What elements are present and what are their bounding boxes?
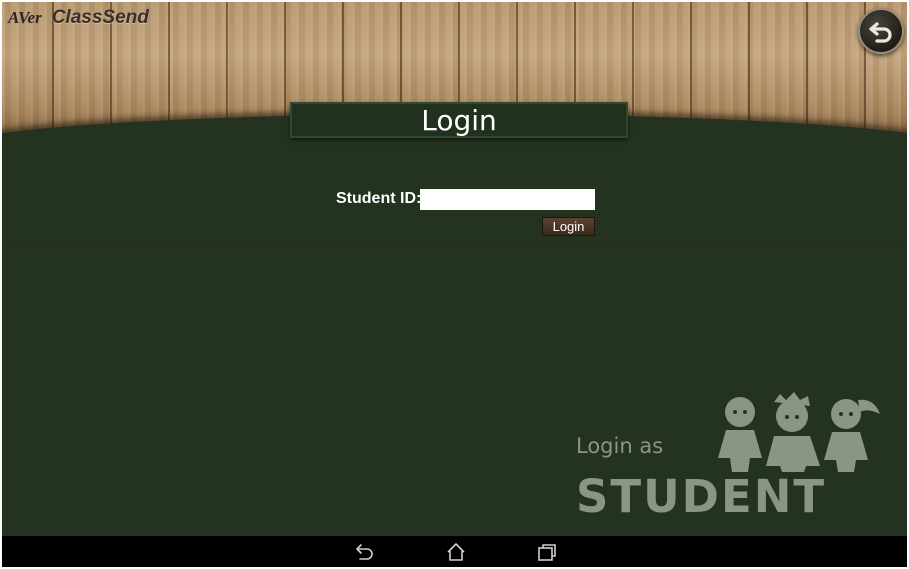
nav-back-icon[interactable]	[354, 542, 376, 562]
student-id-label: Student ID:	[336, 190, 422, 207]
nav-home-icon[interactable]	[445, 542, 467, 562]
return-arrow-icon	[869, 22, 892, 43]
brand-classsend: ClassSend	[51, 7, 149, 28]
page-title: Login	[421, 103, 497, 137]
login-as-text: Login as	[576, 434, 664, 458]
login-button[interactable]: Login	[542, 217, 595, 236]
student-id-input[interactable]	[420, 189, 595, 210]
system-navigation-bar	[2, 536, 907, 567]
brand-aver: AVer	[8, 8, 42, 27]
nav-recents-icon[interactable]	[536, 542, 558, 562]
app-window: AVer ClassSend Login Student ID: Login L…	[2, 2, 907, 567]
page-title-banner: Login	[290, 102, 628, 138]
students-illustration	[718, 392, 880, 472]
student-text: STUDENT	[576, 470, 827, 523]
brand-logo: AVer ClassSend	[8, 7, 149, 29]
back-button[interactable]	[858, 8, 904, 54]
